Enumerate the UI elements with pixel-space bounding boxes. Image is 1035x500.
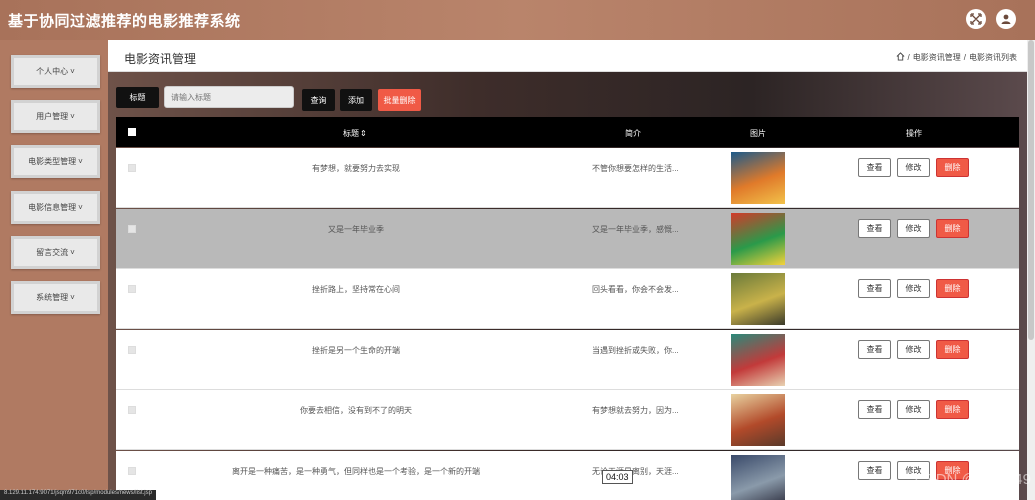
chevron-down-icon: ˅	[78, 157, 83, 166]
movie-poster-thumbnail	[731, 454, 785, 500]
news-table: 标题⇕ 简介 图片 操作 有梦想，就要努力去实现 不管你想要怎样的生活... 查看修…	[116, 117, 1019, 500]
row-intro: 又是一年毕业季，感慨...	[592, 224, 679, 234]
row-title: 有梦想，就要努力去实现	[312, 164, 400, 173]
table-header: 标题⇕ 简介 图片 操作	[116, 117, 1019, 147]
table-row[interactable]: 你要去相信，没有到不了的明天 有梦想就去努力，因为... 查看 修改 删除	[116, 390, 1019, 450]
sidebar-item-user-management[interactable]: 用户管理 ˅	[11, 100, 100, 133]
page-title: 电影资讯管理	[124, 52, 197, 66]
main-content: 电影资讯管理 / 电影资讯管理 / 电影资讯列表 标题 查询 添加 批量删除 标…	[108, 40, 1027, 500]
scrollbar-thumb[interactable]	[1028, 40, 1034, 340]
edit-button[interactable]: 修改	[897, 218, 930, 238]
row-title: 挫折是另一个生命的开端	[312, 345, 400, 355]
edit-button[interactable]: 修改	[897, 279, 930, 298]
view-button[interactable]: 查看	[858, 460, 891, 480]
movie-poster-thumbnail	[731, 273, 785, 325]
row-checkbox[interactable]	[128, 345, 136, 354]
table-row[interactable]: 挫折是另一个生命的开端 当遇到挫折或失败，你... 查看 修改 删除	[116, 329, 1019, 390]
title-search-input[interactable]	[164, 86, 294, 108]
movie-poster-thumbnail	[731, 152, 785, 204]
chevron-down-icon: ˅	[78, 203, 83, 212]
column-header-intro: 简介	[625, 129, 641, 138]
view-button[interactable]: 查看	[858, 158, 891, 177]
home-icon[interactable]	[896, 52, 905, 63]
sidebar-item-movie-type-management[interactable]: 电影类型管理 ˅	[11, 145, 100, 178]
row-title: 挫折路上，坚持常在心间	[312, 285, 400, 294]
delete-button[interactable]: 删除	[936, 218, 969, 238]
breadcrumb-item-news-list: 电影资讯列表	[969, 53, 1017, 62]
bulk-delete-button[interactable]: 批量删除	[378, 89, 421, 111]
movie-poster-thumbnail	[731, 333, 785, 386]
column-header-actions: 操作	[906, 129, 922, 138]
video-timestamp: 04:03	[602, 470, 633, 484]
row-checkbox[interactable]	[128, 285, 136, 293]
delete-button[interactable]: 删除	[936, 339, 969, 359]
breadcrumb-separator: /	[907, 53, 910, 62]
row-intro: 回头看看，你会不会发...	[592, 285, 679, 294]
table-row[interactable]: 有梦想，就要努力去实现 不管你想要怎样的生活... 查看 修改 删除	[116, 148, 1019, 208]
page-scrollbar[interactable]	[1027, 40, 1035, 500]
chevron-down-icon: ˅	[70, 67, 75, 76]
top-bar: 基于协同过滤推荐的电影推荐系统	[0, 0, 1035, 40]
row-checkbox[interactable]	[128, 224, 136, 233]
sidebar-item-personal-center[interactable]: 个人中心 ˅	[11, 55, 100, 88]
view-button[interactable]: 查看	[858, 279, 891, 298]
column-header-image: 图片	[750, 129, 766, 138]
row-title: 你要去相信，没有到不了的明天	[300, 406, 412, 415]
sidebar-item-system-management[interactable]: 系统管理 ˅	[11, 281, 100, 314]
sort-icon[interactable]: ⇕	[360, 129, 367, 138]
add-button[interactable]: 添加	[340, 89, 372, 111]
view-button[interactable]: 查看	[858, 400, 891, 419]
movie-poster-thumbnail	[731, 212, 785, 265]
edit-button[interactable]: 修改	[897, 339, 930, 359]
column-header-title[interactable]: 标题⇕	[343, 128, 367, 139]
breadcrumb-separator: /	[963, 53, 966, 62]
row-intro: 不管你想要怎样的生活...	[592, 164, 679, 173]
edit-button[interactable]: 修改	[897, 158, 930, 177]
query-button[interactable]: 查询	[302, 89, 335, 111]
view-button[interactable]: 查看	[858, 339, 891, 359]
row-title: 又是一年毕业季	[328, 224, 384, 234]
page-header: 电影资讯管理 / 电影资讯管理 / 电影资讯列表	[108, 40, 1027, 72]
table-row[interactable]: 又是一年毕业季 又是一年毕业季，感慨... 查看 修改 删除	[116, 208, 1019, 269]
delete-button[interactable]: 删除	[936, 158, 969, 177]
delete-button[interactable]: 删除	[936, 400, 969, 419]
edit-button[interactable]: 修改	[897, 400, 930, 419]
title-filter-label: 标题	[116, 87, 159, 108]
fullscreen-icon[interactable]	[966, 9, 986, 29]
chevron-down-icon: ˅	[70, 293, 75, 302]
select-all-checkbox[interactable]	[128, 128, 136, 136]
view-button[interactable]: 查看	[858, 218, 891, 238]
movie-poster-thumbnail	[731, 394, 785, 446]
sidebar-item-message-board[interactable]: 留言交流 ˅	[11, 236, 100, 269]
breadcrumb: / 电影资讯管理 / 电影资讯列表	[896, 52, 1017, 63]
chevron-down-icon: ˅	[70, 112, 75, 121]
row-checkbox[interactable]	[128, 406, 136, 414]
chevron-down-icon: ˅	[70, 248, 75, 257]
row-checkbox[interactable]	[128, 466, 136, 475]
row-checkbox[interactable]	[128, 164, 136, 172]
row-intro: 有梦想就去努力，因为...	[592, 406, 679, 415]
user-icon[interactable]	[996, 9, 1016, 29]
status-url: 8.129.11.174:9071/jsqm971c0/lsp/modules/…	[0, 490, 156, 500]
table-row[interactable]: 离开是一种痛苦，是一种勇气，但同样也是一个考验，是一个新的开端 无论天涯是离别，天…	[116, 450, 1019, 500]
watermark: CSDN @CK3049	[914, 471, 1031, 488]
row-intro: 当遇到挫折或失败，你...	[592, 345, 679, 355]
sidebar-item-movie-info-management[interactable]: 电影信息管理 ˅	[11, 191, 100, 224]
breadcrumb-item-news-management[interactable]: 电影资讯管理	[913, 52, 961, 63]
delete-button[interactable]: 删除	[936, 279, 969, 298]
row-title: 离开是一种痛苦，是一种勇气，但同样也是一个考验，是一个新的开端	[232, 466, 480, 476]
app-title: 基于协同过滤推荐的电影推荐系统	[8, 12, 241, 30]
table-row[interactable]: 挫折路上，坚持常在心间 回头看看，你会不会发... 查看 修改 删除	[116, 269, 1019, 329]
